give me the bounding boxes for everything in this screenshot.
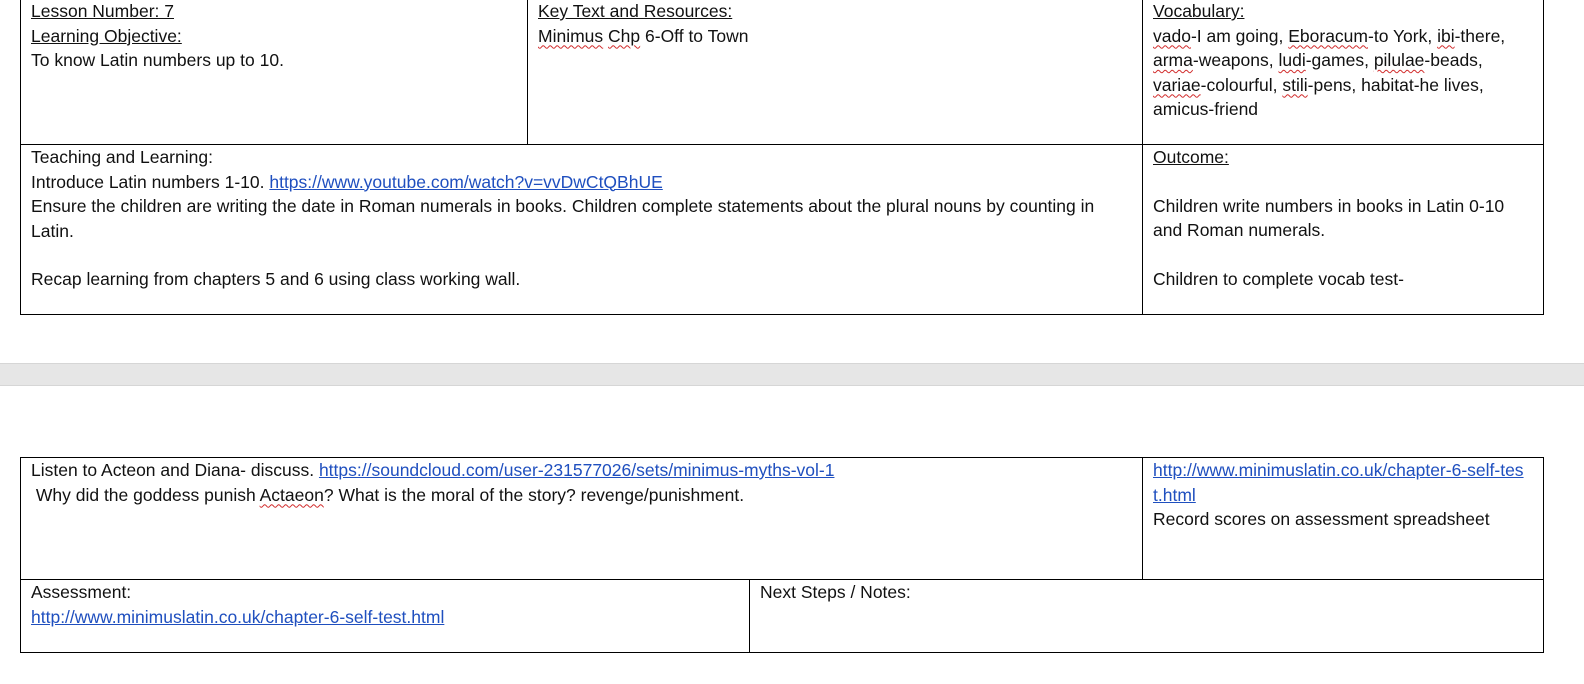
outcome-label: Outcome:: [1153, 147, 1229, 167]
vocab-meaning: -weapons,: [1192, 50, 1279, 70]
key-text-minimus: Minimus: [538, 25, 604, 46]
key-text-label: Key Text and Resources:: [538, 1, 733, 21]
next-steps-cell: Next Steps / Notes:: [750, 580, 1543, 653]
vocabulary-line: variae-colourful, stili-pens, habitat-he…: [1153, 73, 1533, 98]
teaching-paragraph: Ensure the children are writing the date…: [31, 196, 1095, 241]
vocab-meaning: -beads,: [1424, 50, 1483, 70]
question-text: Why did the goddess punish: [31, 484, 260, 505]
question-text: ? What is the moral of the story? reveng…: [323, 484, 745, 505]
objective-label: Learning Objective:: [31, 25, 182, 46]
vocab-word: ibi: [1437, 25, 1455, 46]
teaching-label: Teaching and Learning:: [31, 147, 213, 167]
key-text-value: Minimus Chp 6-Off to Town: [538, 24, 1132, 49]
vocabulary-line: amicus-friend: [1153, 99, 1259, 119]
vocab-word: variae: [1153, 74, 1201, 95]
selftest-link[interactable]: http://www.minimuslatin.co.uk/chapter-6-…: [1153, 458, 1533, 507]
next-steps-label: Next Steps / Notes:: [760, 582, 911, 602]
assessment-link[interactable]: http://www.minimuslatin.co.uk/chapter-6-…: [31, 605, 739, 630]
page-break: [0, 363, 1584, 386]
vocab-meaning: -games,: [1305, 50, 1374, 70]
vocabulary-line: arma-weapons, ludi-games, pilulae-beads,: [1153, 48, 1533, 73]
vocabulary-cell: Vocabulary: vado-I am going, Eboracum-to…: [1143, 0, 1543, 144]
assessment-cell: Assessment: http://www.minimuslatin.co.u…: [21, 580, 749, 653]
lesson-plan-table-top: Lesson Number: 7 Learning Objective: To …: [20, 0, 1544, 315]
outcome-vocab-test: Children to complete vocab test-: [1153, 268, 1404, 289]
vocab-word: arma: [1153, 50, 1193, 70]
listen-text: Listen to Acteon and Diana- discuss.: [31, 460, 319, 480]
teaching-cell: Teaching and Learning: Introduce Latin n…: [21, 145, 1142, 315]
lesson-cell: Lesson Number: 7 Learning Objective: To …: [21, 0, 527, 144]
question-name: Actaeon: [259, 484, 324, 505]
key-text-chp: Chp: [608, 25, 641, 46]
vocab-meaning: -I am going,: [1190, 25, 1289, 46]
key-text-cell: Key Text and Resources: Minimus Chp 6-Of…: [528, 0, 1142, 144]
lesson-number: Lesson Number: 7: [31, 1, 174, 21]
lesson-plan-table-bottom: Listen to Acteon and Diana- discuss. htt…: [20, 457, 1544, 653]
soundcloud-link[interactable]: https://soundcloud.com/user-231577026/se…: [319, 460, 835, 480]
teaching-intro-line: Introduce Latin numbers 1-10. https://ww…: [31, 170, 1134, 195]
vocabulary-line: vado-I am going, Eboracum-to York, ibi-t…: [1153, 24, 1533, 49]
key-text-rest: 6-Off to Town: [640, 25, 749, 46]
vocab-word: Eboracum: [1288, 25, 1368, 46]
vocab-meaning: -pens, habitat-he lives,: [1307, 74, 1484, 95]
vocabulary-label: Vocabulary:: [1153, 1, 1245, 21]
vocab-word: ludi: [1278, 50, 1306, 70]
record-scores-text: Record scores on assessment spreadsheet: [1153, 509, 1490, 529]
teaching-recap: Recap learning from chapters 5 and 6 usi…: [31, 269, 521, 289]
outcome-cell: Outcome: Children write numbers in books…: [1143, 145, 1543, 315]
assessment-label: Assessment:: [31, 582, 132, 602]
teaching-intro: Introduce Latin numbers 1-10.: [31, 171, 270, 192]
vocab-meaning: -there,: [1454, 25, 1506, 46]
vocab-word: vado: [1153, 25, 1191, 46]
listen-cell: Listen to Acteon and Diana- discuss. htt…: [21, 458, 1142, 579]
question-line: Why did the goddess punish Actaeon? What…: [31, 483, 1132, 508]
outcome-text: Children write numbers in books in Latin…: [1153, 195, 1505, 241]
objective-text: To know Latin numbers up to 10.: [31, 50, 284, 70]
youtube-link[interactable]: https://www.youtube.com/watch?v=vvDwCtQB…: [269, 172, 662, 192]
vocab-meaning: -to York,: [1368, 25, 1438, 46]
listen-line: Listen to Acteon and Diana- discuss. htt…: [31, 458, 1132, 483]
vocab-word: pilulae: [1373, 50, 1425, 70]
vocab-word: stili: [1282, 74, 1308, 95]
selftest-cell: http://www.minimuslatin.co.uk/chapter-6-…: [1143, 458, 1543, 579]
vocab-meaning: -colourful,: [1200, 74, 1283, 95]
